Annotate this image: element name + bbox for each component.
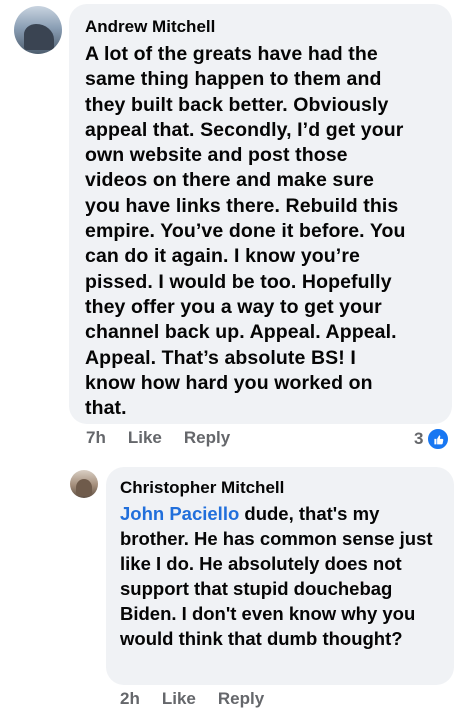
reaction-count: 3	[414, 429, 424, 448]
comment-author[interactable]: Christopher Mitchell	[120, 477, 442, 499]
avatar-image	[76, 479, 92, 496]
comment-actions: 2h Like Reply	[120, 689, 264, 709]
avatar-image	[24, 24, 54, 50]
avatar[interactable]	[70, 470, 98, 498]
comment-text-body: dude, that's my brother. He has common s…	[120, 503, 433, 649]
mention-link[interactable]: John Paciello	[120, 503, 239, 524]
comment-author[interactable]: Andrew Mitchell	[85, 16, 438, 38]
comment-timestamp[interactable]: 2h	[120, 689, 140, 709]
reaction-summary[interactable]: 3	[414, 428, 450, 450]
comment-thread: Andrew Mitchell A lot of the greats have…	[0, 0, 468, 718]
reply-button[interactable]: Reply	[184, 428, 230, 448]
like-button[interactable]: Like	[128, 428, 162, 448]
reply-button[interactable]: Reply	[218, 689, 264, 709]
comment-timestamp[interactable]: 7h	[86, 428, 106, 448]
like-button[interactable]: Like	[162, 689, 196, 709]
comment-actions: 7h Like Reply	[86, 428, 230, 448]
comment-text: John Paciello dude, that's my brother. H…	[120, 501, 442, 651]
comment-bubble: Christopher Mitchell John Paciello dude,…	[106, 467, 454, 685]
avatar[interactable]	[14, 6, 62, 54]
comment-bubble: Andrew Mitchell A lot of the greats have…	[69, 4, 452, 424]
thumbs-up-icon	[427, 428, 450, 450]
comment-text: A lot of the greats have had the same th…	[85, 43, 406, 420]
